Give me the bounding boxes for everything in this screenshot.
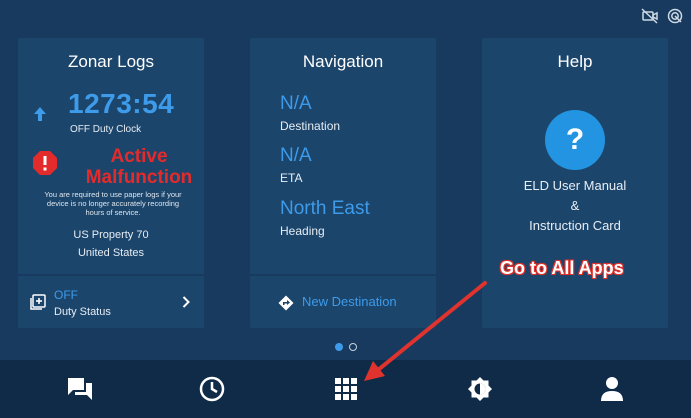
arrow-up-icon	[34, 107, 46, 121]
brightness-button[interactable]	[466, 375, 494, 403]
brightness-icon	[468, 377, 492, 401]
help-question-icon: ?	[545, 110, 605, 170]
help-line-1: ELD User Manual	[523, 178, 627, 193]
help-line-2: &	[570, 198, 580, 213]
navigation-card[interactable]: Navigation N/A Destination N/A ETA North…	[250, 38, 436, 328]
duty-clock-label: OFF Duty Clock	[70, 124, 142, 135]
help-card-title: Help	[557, 52, 593, 71]
malfunction-note: You are required to use paper logs if yo…	[34, 190, 192, 217]
profile-button[interactable]	[598, 375, 626, 403]
malfunction-note-line-1: You are required to use paper logs if yo…	[44, 190, 182, 199]
hos-clock-button[interactable]	[198, 375, 226, 403]
heading-value: North East	[280, 198, 370, 219]
malfunction-note-line-2: device is no longer accurately recording	[46, 199, 180, 208]
page-dot-inactive[interactable]	[349, 343, 357, 351]
ruleset-label: US Property 70	[73, 229, 149, 241]
status-bar	[641, 6, 683, 26]
duty-clock: 1273:54 OFF Duty Clock	[32, 88, 204, 138]
help-line-3: Instruction Card	[529, 218, 621, 233]
bottom-nav-bar	[0, 360, 691, 418]
country-label: United States	[77, 247, 145, 259]
duty-status-icon	[30, 294, 46, 310]
all-apps-grid-icon	[335, 378, 357, 400]
logs-summary[interactable]: Zonar Logs 1273:54 OFF Duty Clock Active…	[18, 38, 204, 270]
new-destination-button[interactable]: New Destination	[250, 274, 436, 328]
duty-status-label: Duty Status	[54, 306, 111, 318]
user-profile-icon	[601, 377, 623, 401]
page-dot-active[interactable]	[335, 343, 343, 351]
duty-status-value: OFF	[54, 288, 78, 302]
duty-clock-value: 1273:54	[68, 88, 175, 119]
eta-label: ETA	[280, 171, 303, 185]
malfunction-line-1: Active	[110, 146, 168, 167]
page-indicator	[335, 343, 357, 351]
messages-button[interactable]	[66, 375, 94, 403]
messages-icon	[68, 378, 92, 400]
clock-icon	[199, 376, 225, 402]
alert-icon	[33, 151, 57, 175]
camera-off-icon	[641, 8, 658, 24]
destination-label: Destination	[280, 119, 341, 133]
directions-icon	[278, 295, 294, 311]
duty-status-button[interactable]: OFF Duty Status	[18, 274, 204, 328]
malfunction-line-2: Malfunction	[85, 167, 193, 188]
eta-value: N/A	[280, 145, 312, 166]
logs-card-title: Zonar Logs	[68, 52, 154, 71]
chevron-right-icon	[182, 296, 190, 308]
zonar-logs-card[interactable]: Zonar Logs 1273:54 OFF Duty Clock Active…	[18, 38, 204, 328]
heading-label: Heading	[280, 224, 325, 238]
navigation-card-title: Navigation	[302, 52, 384, 71]
new-destination-label: New Destination	[302, 294, 397, 309]
malfunction-status: Active Malfunction	[78, 146, 200, 188]
help-card[interactable]: Help ? ELD User Manual & Instruction Car…	[482, 38, 668, 328]
malfunction-note-line-3: hours of service.	[85, 208, 141, 217]
annotation-callout: Go to All Apps	[500, 258, 624, 278]
destination-value: N/A	[280, 93, 312, 114]
all-apps-button[interactable]	[332, 375, 360, 403]
signal-icon	[667, 8, 683, 24]
